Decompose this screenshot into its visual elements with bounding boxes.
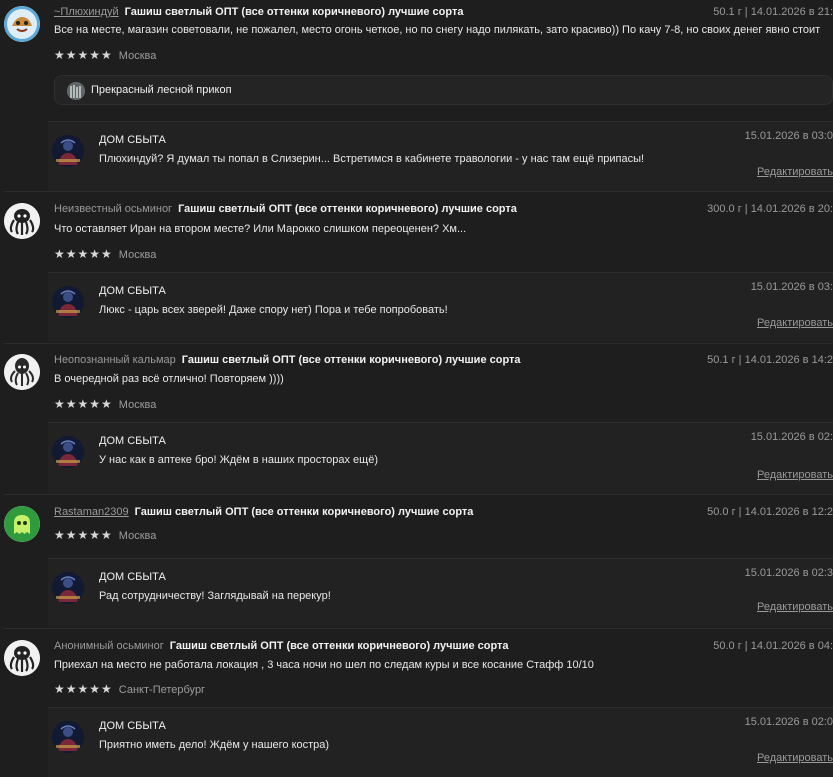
shop-avatar[interactable] <box>52 572 84 604</box>
star-rating-icon: ★★★★★ <box>54 48 113 62</box>
author-avatar[interactable] <box>4 6 40 42</box>
author-avatar[interactable] <box>4 640 40 676</box>
review-meta: 50.1 г | 14.01.2026 в 14:2 <box>707 354 833 366</box>
author-avatar[interactable] <box>4 506 40 542</box>
author-avatar[interactable] <box>4 203 40 239</box>
review-rating: ★★★★★ Москва <box>54 247 156 261</box>
star-rating-icon: ★★★★★ <box>54 528 113 542</box>
shop-name: ДОМ СБЫТА <box>99 435 166 447</box>
review-author[interactable]: ~Плюхиндуй <box>54 6 119 18</box>
review-separator <box>4 494 833 495</box>
shop-reply: ДОМ СБЫТА 15.01.2026 в 03: Люкс - царь все… <box>48 272 833 342</box>
review-meta: 50.0 г | 14.01.2026 в 04: <box>713 640 833 652</box>
shop-reply: ДОМ СБЫТА 15.01.2026 в 02:0 Приятно иметь … <box>48 707 833 777</box>
shop-name: ДОМ СБЫТА <box>99 285 166 297</box>
review-city: Москва <box>118 50 157 62</box>
review-author[interactable]: Анонимный осьминог <box>54 640 164 652</box>
shop-reply: ДОМ СБЫТА 15.01.2026 в 02:3 Рад сотрудниче… <box>48 558 833 626</box>
shop-avatar[interactable] <box>52 135 84 167</box>
reply-text: Плюхиндуй? Я думал ты попал в Слизерин..… <box>99 153 645 165</box>
review-item: ~Плюхиндуй Гашиш светлый ОПТ (все оттенки… <box>0 0 833 191</box>
forest-photo-icon <box>67 82 85 100</box>
shop-avatar[interactable] <box>52 436 84 468</box>
review-text: В очередной раз всё отлично! Повторяем )… <box>54 373 284 385</box>
review-header: Rastaman2309 Гашиш светлый ОПТ (все оттен… <box>54 506 833 522</box>
review-item: Rastaman2309 Гашиш светлый ОПТ (все оттен… <box>0 494 833 626</box>
review-header: Неопознанный кальмар Гашиш светлый ОПТ (в… <box>54 354 833 370</box>
review-product[interactable]: Гашиш светлый ОПТ (все оттенки коричнево… <box>178 203 517 215</box>
author-avatar[interactable] <box>4 354 40 390</box>
review-rating: ★★★★★ Москва <box>54 397 156 411</box>
review-city: Санкт-Петербург <box>118 684 206 696</box>
reply-text: Рад сотрудничеству! Заглядывай на переку… <box>99 590 331 602</box>
reviews-list: ~Плюхиндуй Гашиш светлый ОПТ (все оттенки… <box>0 0 833 777</box>
edit-reply-link[interactable]: Редактировать <box>757 317 833 329</box>
edit-reply-link[interactable]: Редактировать <box>757 752 833 764</box>
review-product[interactable]: Гашиш светлый ОПТ (все оттенки коричнево… <box>135 506 474 518</box>
reply-date: 15.01.2026 в 02: <box>750 431 833 443</box>
review-author[interactable]: Rastaman2309 <box>54 506 129 518</box>
shop-name: ДОМ СБЫТА <box>99 571 166 583</box>
review-rating: ★★★★★ Москва <box>54 48 156 62</box>
review-rating: ★★★★★ Санкт-Петербург <box>54 682 205 696</box>
review-separator <box>4 191 833 192</box>
shop-name: ДОМ СБЫТА <box>99 720 166 732</box>
review-meta: 300.0 г | 14.01.2026 в 20: <box>707 203 833 215</box>
reply-date: 15.01.2026 в 02:3 <box>744 567 833 579</box>
review-city: Москва <box>118 249 157 261</box>
review-separator <box>4 343 833 344</box>
edit-reply-link[interactable]: Редактировать <box>757 601 833 613</box>
review-tag-label: Прекрасный лесной прикоп <box>91 84 232 96</box>
shop-name: ДОМ СБЫТА <box>99 134 166 146</box>
reply-text: Люкс - царь всех зверей! Даже спору нет)… <box>99 304 448 316</box>
reply-date: 15.01.2026 в 02:0 <box>744 716 833 728</box>
review-city: Москва <box>118 530 157 542</box>
reply-date: 15.01.2026 в 03: <box>750 281 833 293</box>
reply-text: Приятно иметь дело! Ждём у нашего костра… <box>99 739 330 751</box>
review-meta: 50.0 г | 14.01.2026 в 12:2 <box>707 506 833 518</box>
reply-text: У нас как в аптеке бро! Ждём в наших про… <box>99 454 378 466</box>
review-header: Анонимный осьминог Гашиш светлый ОПТ (все… <box>54 640 833 656</box>
shop-avatar[interactable] <box>52 721 84 753</box>
review-product[interactable]: Гашиш светлый ОПТ (все оттенки коричнево… <box>182 354 521 366</box>
edit-reply-link[interactable]: Редактировать <box>757 166 833 178</box>
review-author[interactable]: Неизвестный осьминог <box>54 203 172 215</box>
review-product[interactable]: Гашиш светлый ОПТ (все оттенки коричнево… <box>125 6 464 18</box>
star-rating-icon: ★★★★★ <box>54 247 113 261</box>
review-separator <box>4 628 833 629</box>
star-rating-icon: ★★★★★ <box>54 397 113 411</box>
shop-avatar[interactable] <box>52 286 84 318</box>
review-meta: 50.1 г | 14.01.2026 в 21: <box>713 6 833 18</box>
reply-date: 15.01.2026 в 03:0 <box>744 130 833 142</box>
review-text: Что оставляет Иран на втором месте? Или … <box>54 223 467 235</box>
review-item: Неопознанный кальмар Гашиш светлый ОПТ (в… <box>0 343 833 494</box>
review-product[interactable]: Гашиш светлый ОПТ (все оттенки коричнево… <box>170 640 509 652</box>
shop-reply: ДОМ СБЫТА 15.01.2026 в 03:0 Плюхиндуй? Я д… <box>48 121 833 191</box>
review-header: Неизвестный осьминог Гашиш светлый ОПТ (в… <box>54 203 833 219</box>
review-item: Неизвестный осьминог Гашиш светлый ОПТ (в… <box>0 191 833 342</box>
edit-reply-link[interactable]: Редактировать <box>757 469 833 481</box>
review-tag-chip[interactable]: Прекрасный лесной прикоп <box>54 75 833 105</box>
review-item: Анонимный осьминог Гашиш светлый ОПТ (все… <box>0 628 833 777</box>
review-author[interactable]: Неопознанный кальмар <box>54 354 176 366</box>
review-header: ~Плюхиндуй Гашиш светлый ОПТ (все оттенки… <box>54 6 833 22</box>
star-rating-icon: ★★★★★ <box>54 682 113 696</box>
review-text: Все на месте, магазин советовали, не пож… <box>54 24 821 36</box>
shop-reply: ДОМ СБЫТА 15.01.2026 в 02: У нас как в апт… <box>48 422 833 494</box>
review-city: Москва <box>118 399 157 411</box>
review-text: Приехал на место не работала локация , 3… <box>54 659 594 671</box>
review-rating: ★★★★★ Москва <box>54 528 156 542</box>
